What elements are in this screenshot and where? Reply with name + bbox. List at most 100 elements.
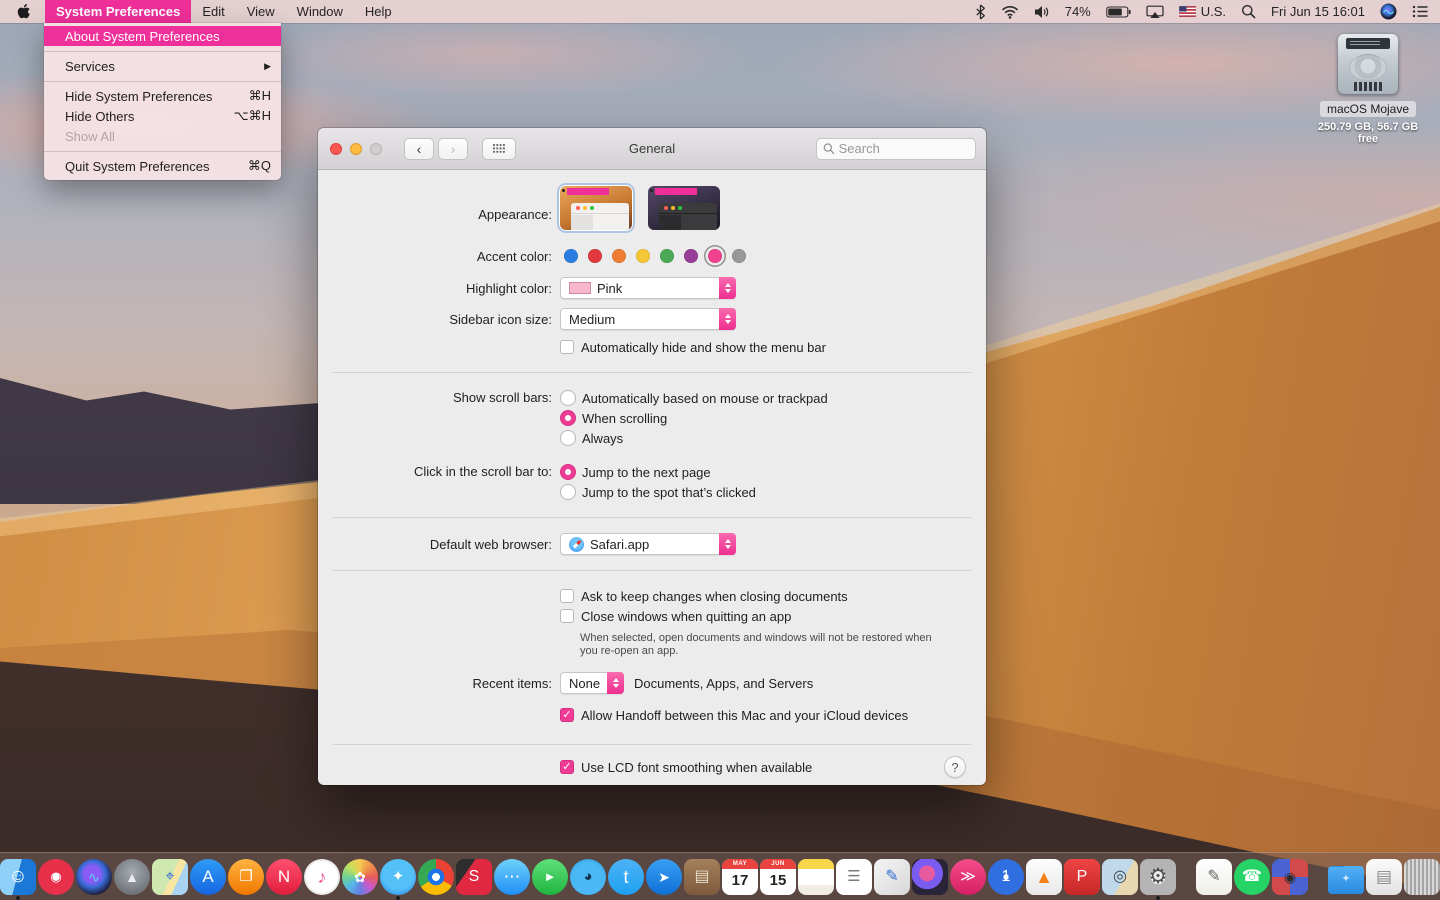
dock-item-screenshot-app[interactable]: ◉ xyxy=(38,854,74,900)
messages-icon[interactable]: ⋯ xyxy=(494,859,530,895)
radio-button[interactable] xyxy=(560,410,576,426)
reminders-icon[interactable]: ☰ xyxy=(836,859,872,895)
vlc-icon[interactable]: ▲ xyxy=(1026,859,1062,895)
bluetooth-icon[interactable] xyxy=(975,4,986,20)
radio-option-jump-to-the-next-page[interactable]: Jump to the next page xyxy=(560,462,711,482)
accent-color-graphite[interactable] xyxy=(732,249,746,263)
dock-item-vlc[interactable]: ▲ xyxy=(1026,854,1062,900)
accent-color-yellow[interactable] xyxy=(636,249,650,263)
menu-item-services[interactable]: Services▶ xyxy=(44,56,281,76)
dock-item-facetime[interactable]: ► xyxy=(532,854,568,900)
dock-item-photo-editor[interactable] xyxy=(912,854,948,900)
twitter-icon[interactable]: t xyxy=(608,859,644,895)
photo-editor-icon[interactable] xyxy=(912,859,948,895)
notification-list-icon[interactable] xyxy=(1412,5,1428,18)
notes-icon[interactable] xyxy=(798,859,834,895)
disk-name-label[interactable]: macOS Mojave xyxy=(1320,101,1416,117)
appearance-light-option[interactable] xyxy=(560,186,632,230)
close-windows-checkbox[interactable] xyxy=(560,609,574,623)
dock-item-textedit[interactable]: ✎ xyxy=(1196,854,1232,900)
dock-item-s-app[interactable]: S xyxy=(456,854,492,900)
dock-item-twitter[interactable]: t xyxy=(608,854,644,900)
spark-icon[interactable]: ➤ xyxy=(646,859,682,895)
pdf-expert-icon[interactable]: P xyxy=(1064,859,1100,895)
ask-keep-changes-checkbox[interactable] xyxy=(560,589,574,603)
trash-icon[interactable] xyxy=(1404,859,1440,895)
menu-item-quit-system-preferences[interactable]: Quit System Preferences⌘Q xyxy=(44,156,281,176)
handoff-row[interactable]: Allow Handoff between this Mac and your … xyxy=(560,705,908,725)
accent-color-green[interactable] xyxy=(660,249,674,263)
s-app-icon[interactable]: S xyxy=(456,859,492,895)
menu-system-preferences[interactable]: System Preferences xyxy=(45,0,191,23)
menu-item-about-system-preferences[interactable]: About System Preferences xyxy=(44,26,281,46)
dock-item-itunes[interactable]: ♪ xyxy=(304,854,340,900)
desktop-icon-macos-mojave[interactable]: macOS Mojave 250.79 GB, 56.7 GB free xyxy=(1314,33,1422,145)
close-windows-row[interactable]: Close windows when quitting an app xyxy=(560,606,791,626)
input-source-flag-icon[interactable]: U.S. xyxy=(1179,4,1226,19)
dropbox-folder-icon[interactable]: ✦ xyxy=(1328,866,1364,894)
radio-option-always[interactable]: Always xyxy=(560,428,623,448)
dock-item-photo-booth[interactable]: ◉ xyxy=(1272,854,1308,900)
calendar-icon[interactable]: MAY17 xyxy=(722,859,758,895)
radio-button[interactable] xyxy=(560,390,576,406)
contacts-icon[interactable]: ▤ xyxy=(684,859,720,895)
accent-color-orange[interactable] xyxy=(612,249,626,263)
chrome-icon[interactable] xyxy=(418,859,454,895)
dock-item-whatsapp[interactable]: ☎ xyxy=(1234,854,1270,900)
dock-item-calendar[interactable]: MAY17 xyxy=(722,854,758,900)
dock-item-pdf-expert[interactable]: P xyxy=(1064,854,1100,900)
dock-item-books[interactable]: ❐ xyxy=(228,854,264,900)
dock-item-safari[interactable]: ✦ xyxy=(380,854,416,900)
dock-item-preview[interactable]: ◎ xyxy=(1102,854,1138,900)
menu-window[interactable]: Window xyxy=(286,0,354,23)
radio-option-automatically-based-on-mouse-or-trackpad[interactable]: Automatically based on mouse or trackpad xyxy=(560,388,828,408)
dock-item-chrome[interactable] xyxy=(418,854,454,900)
pixelmator-icon[interactable]: ✎ xyxy=(874,859,910,895)
hide-menu-bar-checkbox[interactable] xyxy=(560,340,574,354)
default-browser-popup[interactable]: Safari.app xyxy=(560,533,736,555)
dock-item-maps[interactable]: ⌖ xyxy=(152,854,188,900)
screenshot-app-icon[interactable]: ◉ xyxy=(38,859,74,895)
back-button[interactable]: ‹ xyxy=(404,138,434,160)
dock-item-notes[interactable] xyxy=(798,854,834,900)
facetime-icon[interactable]: ► xyxy=(532,859,568,895)
handoff-checkbox[interactable] xyxy=(560,708,574,722)
radio-button[interactable] xyxy=(560,430,576,446)
lcd-smoothing-checkbox[interactable] xyxy=(560,760,574,774)
dock-item-twitterrific[interactable]: ◕ xyxy=(570,854,606,900)
books-icon[interactable]: ❐ xyxy=(228,859,264,895)
dock-item-fantastical[interactable]: JUN15 xyxy=(760,854,796,900)
accent-color-pink[interactable] xyxy=(708,249,722,263)
textedit-icon[interactable]: ✎ xyxy=(1196,859,1232,895)
twitterrific-icon[interactable]: ◕ xyxy=(570,859,606,895)
accent-color-red[interactable] xyxy=(588,249,602,263)
window-search-field[interactable] xyxy=(816,138,976,160)
arrows-app-icon[interactable]: ≫ xyxy=(950,859,986,895)
wifi-icon[interactable] xyxy=(1001,5,1019,19)
siri-icon[interactable]: ∿ xyxy=(76,859,112,895)
search-input[interactable] xyxy=(839,141,969,156)
minimize-button[interactable] xyxy=(350,143,362,155)
highlight-color-popup[interactable]: Pink xyxy=(560,277,736,299)
dock-item-finder[interactable]: ☺ xyxy=(0,854,36,900)
menu-help[interactable]: Help xyxy=(354,0,403,23)
window-titlebar[interactable]: General ‹ › xyxy=(318,128,986,170)
accent-color-blue[interactable] xyxy=(564,249,578,263)
system-preferences-icon[interactable]: ⚙ xyxy=(1140,859,1176,895)
finder-icon[interactable]: ☺ xyxy=(0,859,36,895)
menu-edit[interactable]: Edit xyxy=(191,0,235,23)
photos-icon[interactable]: ✿ xyxy=(342,859,378,895)
close-button[interactable] xyxy=(330,143,342,155)
radio-button[interactable] xyxy=(560,464,576,480)
radio-button[interactable] xyxy=(560,484,576,500)
recent-items-popup[interactable]: None xyxy=(560,672,624,694)
volume-icon[interactable] xyxy=(1034,5,1050,19)
dock-item-trash[interactable] xyxy=(1404,854,1440,900)
apple-menu[interactable] xyxy=(0,0,45,23)
hide-menu-bar-row[interactable]: Automatically hide and show the menu bar xyxy=(560,337,826,357)
onepassword-icon[interactable]: 1 xyxy=(988,859,1024,895)
accent-color-purple[interactable] xyxy=(684,249,698,263)
itunes-icon[interactable]: ♪ xyxy=(304,859,340,895)
whatsapp-icon[interactable]: ☎ xyxy=(1234,859,1270,895)
photo-booth-icon[interactable]: ◉ xyxy=(1272,859,1308,895)
